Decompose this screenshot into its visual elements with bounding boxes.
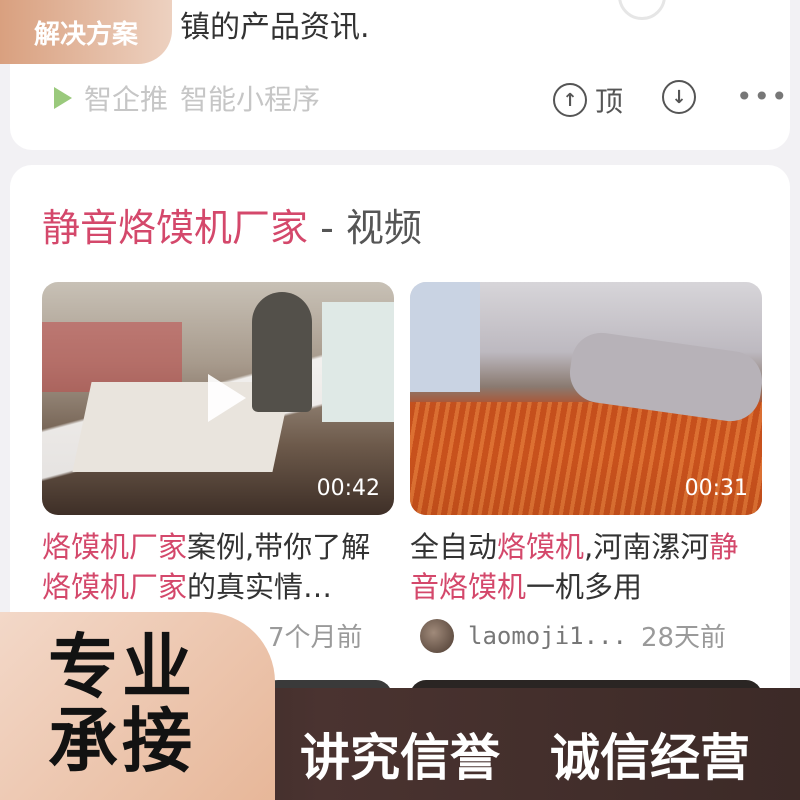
vote-up-label: 顶: [595, 85, 624, 118]
video-title[interactable]: 烙馍机厂家案例,带你了解烙馍机厂家的真实情…: [42, 527, 394, 607]
title-text: 案例,带你了解: [187, 530, 371, 564]
author-avatar[interactable]: [420, 618, 454, 653]
vote-up-button[interactable]: ↑ 顶: [553, 80, 623, 120]
video-meta: 7个月前: [268, 617, 363, 654]
title-text: 一机多用: [526, 570, 643, 604]
source-name: 智企推: [84, 83, 169, 116]
video-meta: laomoji1... 28天前: [420, 617, 726, 654]
video-item[interactable]: 00:31 全自动烙馍机,河南漯河静音烙馍机一机多用: [410, 282, 762, 607]
video-item[interactable]: 00:42 烙馍机厂家案例,带你了解烙馍机厂家的真实情…: [42, 282, 394, 607]
title-keyword: 烙馍机: [497, 530, 585, 564]
promo-label-line2: 承接: [48, 700, 196, 782]
source-type: 智能小程序: [180, 83, 321, 116]
author-name[interactable]: laomoji1...: [468, 622, 627, 650]
thumbnail-scene: [410, 282, 480, 392]
title-text: ,河南漯河: [584, 530, 710, 564]
promo-slogan-1: 讲究信誉: [300, 729, 500, 787]
title-text: 的真实情…: [187, 570, 333, 604]
top-result-title[interactable]: 镇的产品资讯.: [180, 2, 370, 46]
top-result-thumbnail: [618, 0, 666, 20]
video-duration: 00:42: [316, 476, 380, 501]
section-title-suffix: 视频: [345, 206, 422, 250]
section-title-keyword: 静音烙馍机厂家: [42, 206, 309, 250]
source-logo-icon: [54, 87, 72, 109]
title-keyword: 烙馍机厂家: [42, 570, 188, 604]
video-duration: 00:31: [684, 476, 748, 501]
thumbnail-scene: [252, 292, 312, 412]
video-age: 28天前: [640, 623, 727, 653]
thumbnail-scene: [322, 302, 394, 422]
video-thumbnail[interactable]: 00:31: [410, 282, 762, 515]
title-keyword: 烙馍机厂家: [42, 530, 188, 564]
section-title-separator: -: [308, 206, 346, 250]
video-thumbnail[interactable]: 00:42: [42, 282, 394, 515]
source-row: 智企推 智能小程序: [54, 78, 320, 118]
play-icon[interactable]: [208, 374, 246, 422]
title-text: 全自动: [410, 530, 498, 564]
more-options-icon[interactable]: •••: [736, 80, 789, 113]
video-title[interactable]: 全自动烙馍机,河南漯河静音烙馍机一机多用: [410, 527, 762, 607]
arrow-down-icon: ↓: [662, 80, 696, 114]
promo-slogan-2: 诚信经营: [550, 729, 750, 787]
promo-label-line1: 专业: [48, 626, 196, 708]
solution-badge-label: 解决方案: [33, 19, 138, 50]
video-section-title[interactable]: 静音烙馍机厂家 - 视频: [42, 197, 422, 252]
arrow-up-icon: ↑: [553, 83, 587, 117]
video-age: 7个月前: [268, 623, 363, 653]
solution-badge: 解决方案: [0, 0, 172, 64]
vote-down-button[interactable]: ↓: [662, 80, 696, 114]
